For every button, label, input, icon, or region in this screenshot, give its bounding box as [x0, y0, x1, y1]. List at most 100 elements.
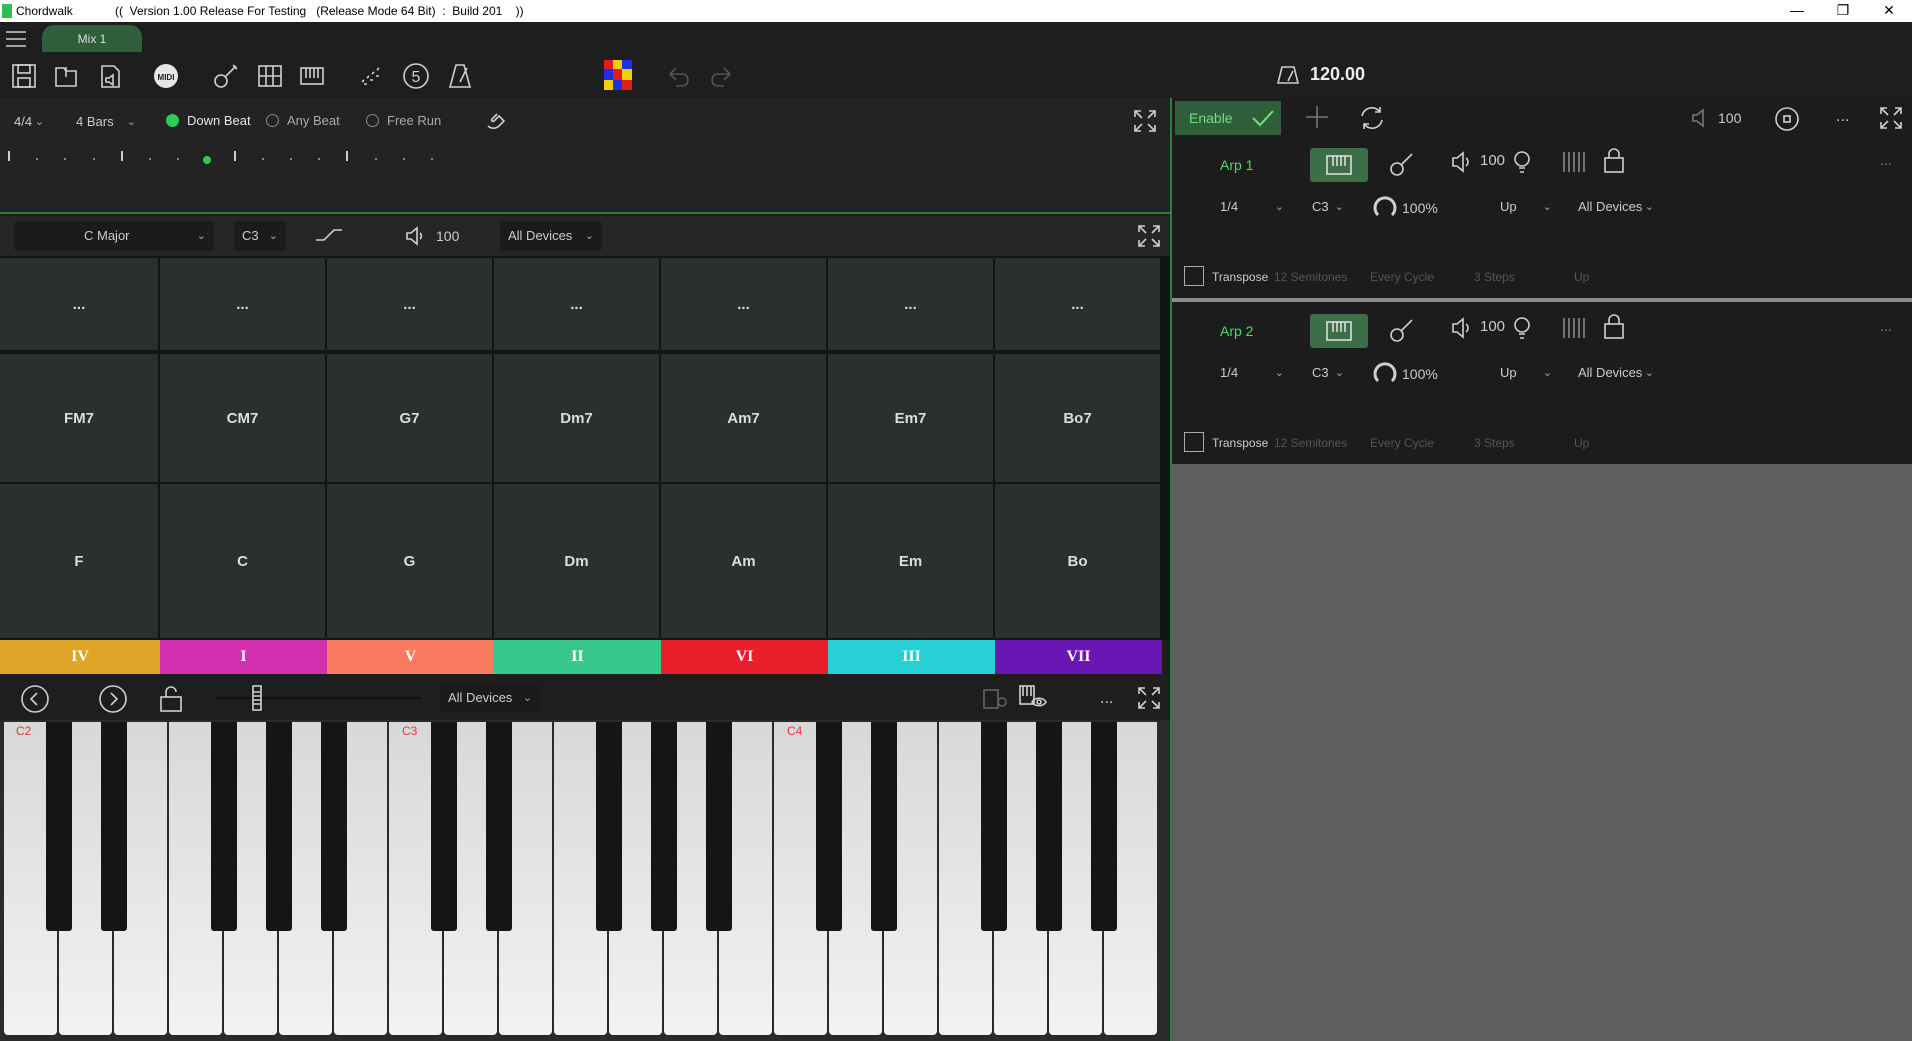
radio-any-beat[interactable]: Any Beat	[266, 113, 340, 128]
pad-seventh[interactable]: FM7	[0, 354, 158, 482]
transpose-direction[interactable]: Up	[1574, 436, 1589, 450]
time-signature-dropdown[interactable]: 4/4 ⌄	[6, 107, 52, 137]
expand-icon[interactable]	[1878, 105, 1904, 131]
redo-icon[interactable]	[708, 62, 736, 90]
arp-piano-toggle[interactable]	[1310, 148, 1368, 182]
arp-piano-toggle[interactable]	[1310, 314, 1368, 348]
add-icon[interactable]	[1304, 104, 1330, 130]
arp-volume-value[interactable]: 100	[1480, 152, 1505, 169]
tab-mix-1[interactable]: Mix 1	[42, 25, 142, 52]
black-key[interactable]	[816, 722, 842, 931]
master-volume-value[interactable]: 100	[1718, 110, 1741, 126]
degree-button[interactable]: VI	[661, 640, 828, 674]
arpeggio-icon[interactable]	[356, 60, 388, 92]
metronome-icon[interactable]	[444, 60, 476, 92]
degree-button[interactable]: II	[494, 640, 661, 674]
black-key[interactable]	[46, 722, 72, 931]
transpose-cycle[interactable]: Every Cycle	[1370, 436, 1434, 450]
guitar-icon[interactable]	[1386, 148, 1418, 180]
previous-icon[interactable]	[20, 684, 50, 714]
volume-icon[interactable]	[404, 225, 426, 247]
arp-more-button[interactable]: ...	[1880, 318, 1892, 334]
black-key[interactable]	[266, 722, 292, 931]
radio-free-run[interactable]: Free Run	[366, 113, 441, 128]
lock-icon[interactable]	[1602, 146, 1626, 176]
pad-triad[interactable]: G	[327, 484, 492, 638]
pad-triad[interactable]: Am	[661, 484, 826, 638]
gate-knob-icon[interactable]	[1372, 360, 1398, 386]
pad-more-button[interactable]: ...	[327, 258, 492, 350]
black-key[interactable]	[486, 722, 512, 931]
transpose-cycle[interactable]: Every Cycle	[1370, 270, 1434, 284]
arp-rate-dropdown[interactable]: 1/4 ⌄	[1184, 358, 1292, 388]
midi-icon[interactable]: MIDI	[150, 60, 182, 92]
lightbulb-icon[interactable]	[1510, 314, 1534, 342]
key-dropdown[interactable]: C Major ⌄	[14, 221, 214, 251]
arp-direction-dropdown[interactable]: Up ⌄	[1472, 358, 1560, 388]
pad-seventh[interactable]: Em7	[828, 354, 993, 482]
pad-seventh[interactable]: Dm7	[494, 354, 659, 482]
open-file-icon[interactable]	[50, 60, 82, 92]
black-key[interactable]	[1091, 722, 1117, 931]
transpose-steps[interactable]: 3 Steps	[1474, 270, 1515, 284]
keyboard-slider-track[interactable]	[216, 697, 422, 699]
degree-button[interactable]: VII	[995, 640, 1162, 674]
black-key[interactable]	[596, 722, 622, 931]
black-key[interactable]	[706, 722, 732, 931]
restore-icon[interactable]: ❐	[1820, 1, 1866, 21]
expand-icon[interactable]	[1136, 685, 1162, 711]
expand-icon[interactable]	[1136, 223, 1162, 249]
color-palette-icon[interactable]	[604, 60, 632, 90]
pad-more-button[interactable]: ...	[0, 258, 158, 350]
degree-button[interactable]: V	[327, 640, 494, 674]
octave-dropdown[interactable]: C3 ⌄	[234, 221, 286, 251]
expand-icon[interactable]	[1132, 108, 1158, 134]
pad-triad[interactable]: Em	[828, 484, 993, 638]
arp-octave-dropdown[interactable]: C3 ⌄	[1304, 358, 1352, 388]
arp-gate-value[interactable]: 100%	[1402, 200, 1438, 216]
sync-icon[interactable]	[1358, 104, 1386, 132]
arp-volume-value[interactable]: 100	[1480, 318, 1505, 335]
pad-seventh[interactable]: G7	[327, 354, 492, 482]
arp-name[interactable]: Arp 2	[1220, 323, 1253, 339]
piano-hide-icon[interactable]	[982, 686, 1008, 712]
save-icon[interactable]	[8, 60, 40, 92]
arp-gate-value[interactable]: 100%	[1402, 366, 1438, 382]
arp-direction-dropdown[interactable]: Up ⌄	[1472, 192, 1560, 222]
degree-button[interactable]: III	[828, 640, 995, 674]
radio-down-beat[interactable]: Down Beat	[166, 113, 251, 128]
transpose-checkbox[interactable]	[1184, 266, 1204, 286]
degree-button[interactable]: I	[160, 640, 327, 674]
close-icon[interactable]: ✕	[1866, 1, 1912, 21]
magnet-icon[interactable]	[482, 108, 510, 136]
pad-more-button[interactable]: ...	[828, 258, 993, 350]
volume-icon[interactable]	[1450, 150, 1474, 174]
black-key[interactable]	[101, 722, 127, 931]
circle-of-fifths-icon[interactable]: 5	[400, 60, 432, 92]
pad-triad[interactable]: Bo	[995, 484, 1160, 638]
gate-knob-icon[interactable]	[1372, 194, 1398, 220]
black-key[interactable]	[981, 722, 1007, 931]
lock-icon[interactable]	[1602, 312, 1626, 342]
black-key[interactable]	[651, 722, 677, 931]
black-key[interactable]	[1036, 722, 1062, 931]
record-icon[interactable]	[1774, 106, 1800, 132]
pad-seventh[interactable]: CM7	[160, 354, 325, 482]
grid-icon[interactable]	[254, 60, 286, 92]
guitar-icon[interactable]	[210, 60, 242, 92]
volume-icon[interactable]	[1450, 316, 1474, 340]
piano-roll-icon[interactable]	[1560, 314, 1590, 342]
piano-roll-icon[interactable]	[1560, 148, 1590, 176]
transpose-direction[interactable]: Up	[1574, 270, 1589, 284]
tempo-icon[interactable]	[1276, 63, 1300, 87]
pad-triad[interactable]: C	[160, 484, 325, 638]
transpose-checkbox[interactable]	[1184, 432, 1204, 452]
black-key[interactable]	[871, 722, 897, 931]
black-key[interactable]	[321, 722, 347, 931]
arp-rate-dropdown[interactable]: 1/4 ⌄	[1184, 192, 1292, 222]
degree-button[interactable]: IV	[0, 640, 160, 674]
bars-dropdown[interactable]: 4 Bars ⌄	[68, 107, 144, 137]
arp-name[interactable]: Arp 1	[1220, 157, 1253, 173]
voicing-icon[interactable]	[314, 224, 344, 248]
black-key[interactable]	[431, 722, 457, 931]
